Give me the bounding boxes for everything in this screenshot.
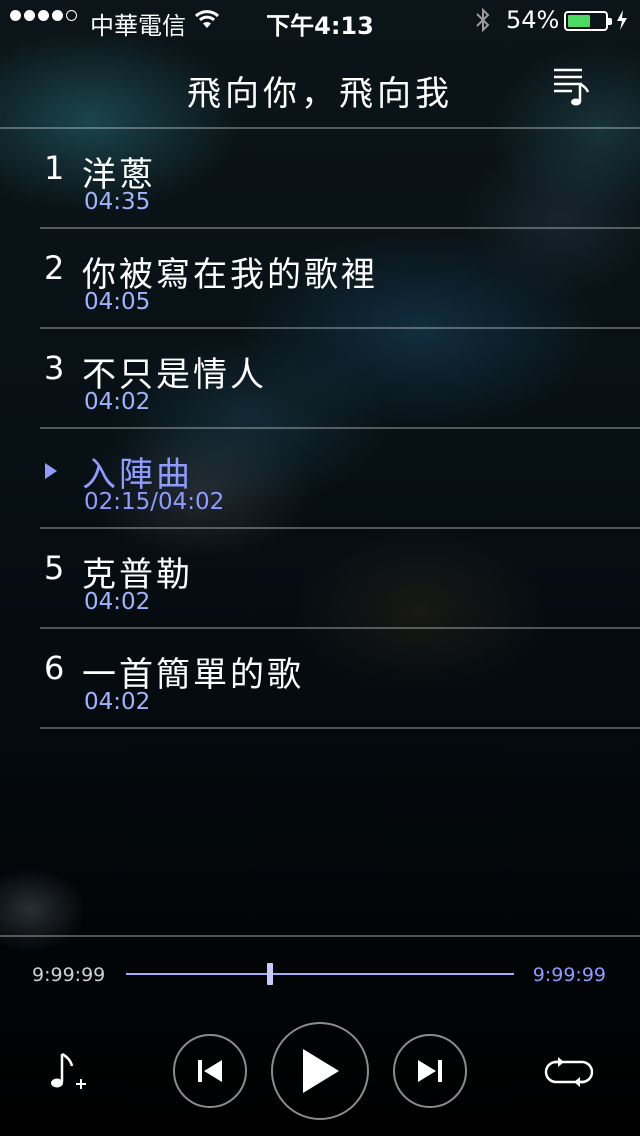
track-duration: 04:02 — [84, 389, 151, 415]
track-duration: 04:05 — [84, 289, 151, 315]
track-duration: 04:02 — [84, 589, 151, 615]
next-icon — [418, 1060, 442, 1082]
track-row[interactable]: 3 不只是情人 04:02 — [0, 329, 640, 429]
progress-knob[interactable] — [266, 963, 273, 985]
battery-percent: 54% — [506, 6, 560, 34]
progress-slider[interactable] — [126, 963, 514, 985]
elapsed-time: 9:99:99 — [32, 964, 106, 986]
track-number: 3 — [44, 349, 65, 387]
player-divider — [0, 935, 640, 937]
track-duration: 04:02 — [84, 689, 151, 715]
now-playing-icon — [44, 462, 58, 484]
track-number: 1 — [44, 149, 65, 187]
next-button[interactable] — [393, 1034, 467, 1108]
track-list: 1 洋蔥 04:35 2 你被寫在我的歌裡 04:05 3 不只是情人 04:0… — [0, 129, 640, 729]
album-title: 飛向你，飛向我 — [187, 74, 453, 114]
track-number: 2 — [44, 249, 65, 287]
previous-icon — [198, 1060, 222, 1082]
playlist-icon[interactable] — [550, 64, 594, 108]
play-icon — [303, 1049, 339, 1093]
play-button[interactable] — [271, 1022, 369, 1120]
battery-icon — [564, 11, 612, 31]
track-number: 6 — [44, 649, 65, 687]
track-number: 5 — [44, 549, 65, 587]
track-row-now-playing[interactable]: 入陣曲 02:15/04:02 — [0, 429, 640, 529]
track-row[interactable]: 1 洋蔥 04:35 — [0, 129, 640, 229]
add-music-icon[interactable] — [48, 1050, 92, 1098]
charging-bolt-icon — [616, 9, 628, 37]
track-duration: 04:35 — [84, 189, 151, 215]
track-elapsed-duration: 02:15/04:02 — [84, 489, 225, 515]
status-bar: 中華電信 下午4:13 54% — [0, 0, 640, 40]
header: 飛向你，飛向我 — [0, 40, 640, 128]
player-controls — [0, 1020, 640, 1120]
row-divider — [40, 727, 640, 729]
repeat-icon[interactable] — [542, 1056, 596, 1092]
track-row[interactable]: 2 你被寫在我的歌裡 04:05 — [0, 229, 640, 329]
track-row[interactable]: 6 一首簡單的歌 04:02 — [0, 629, 640, 729]
bluetooth-icon — [475, 7, 491, 39]
total-time: 9:99:99 — [532, 964, 606, 986]
track-row[interactable]: 5 克普勒 04:02 — [0, 529, 640, 629]
previous-button[interactable] — [173, 1034, 247, 1108]
